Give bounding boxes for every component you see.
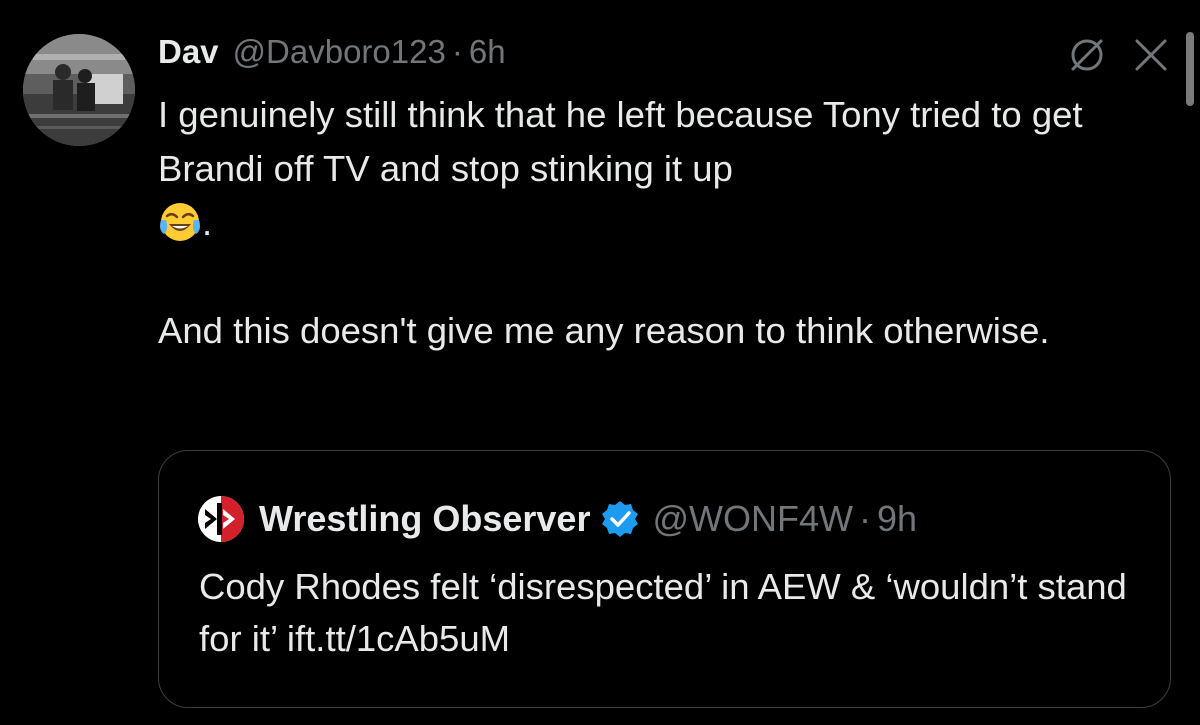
avatar[interactable] <box>23 34 135 146</box>
quoted-tweet[interactable]: Wrestling Observer @WONF4W · 9h Cody Rho… <box>158 450 1171 708</box>
tweet-header: Dav @Davboro123 · 6h <box>158 30 506 74</box>
verified-badge-icon <box>602 501 639 537</box>
tweet-text: I genuinely still think that he left bec… <box>158 88 1158 358</box>
author-name[interactable]: Dav <box>158 30 219 74</box>
quoted-author-handle[interactable]: @WONF4W <box>652 495 853 543</box>
quoted-tweet-time[interactable]: 9h <box>877 495 917 543</box>
face-with-tears-of-joy-icon <box>160 203 200 242</box>
tweet-text-line1: I genuinely still think that he left bec… <box>158 94 1083 189</box>
wrestling-observer-logo-icon[interactable] <box>197 495 245 543</box>
separator-dot: · <box>451 33 463 70</box>
tweet-paragraph-1: I genuinely still think that he left bec… <box>158 88 1158 250</box>
tweet-paragraph-2: And this doesn't give me any reason to t… <box>158 310 1050 351</box>
quoted-tweet-header: Wrestling Observer @WONF4W · 9h <box>197 495 917 543</box>
author-handle[interactable]: @Davboro123 <box>233 30 446 74</box>
quoted-tweet-text: Cody Rhodes felt ‘disrespected’ in AEW &… <box>199 561 1139 665</box>
close-icon[interactable] <box>1132 36 1170 74</box>
tweet-time[interactable]: 6h <box>469 30 506 74</box>
slashed-circle-icon[interactable] <box>1068 36 1106 74</box>
top-icons <box>1068 36 1170 74</box>
quoted-separator-dot: · <box>858 498 871 539</box>
quoted-tweet-link[interactable]: ift.tt/1cAb5uM <box>287 618 510 659</box>
tweet[interactable]: Dav @Davboro123 · 6h I genuinely still t… <box>0 0 1200 725</box>
scrollbar[interactable] <box>1186 32 1194 106</box>
quoted-author-name[interactable]: Wrestling Observer <box>259 495 590 543</box>
tweet-text-period: . <box>202 202 213 243</box>
